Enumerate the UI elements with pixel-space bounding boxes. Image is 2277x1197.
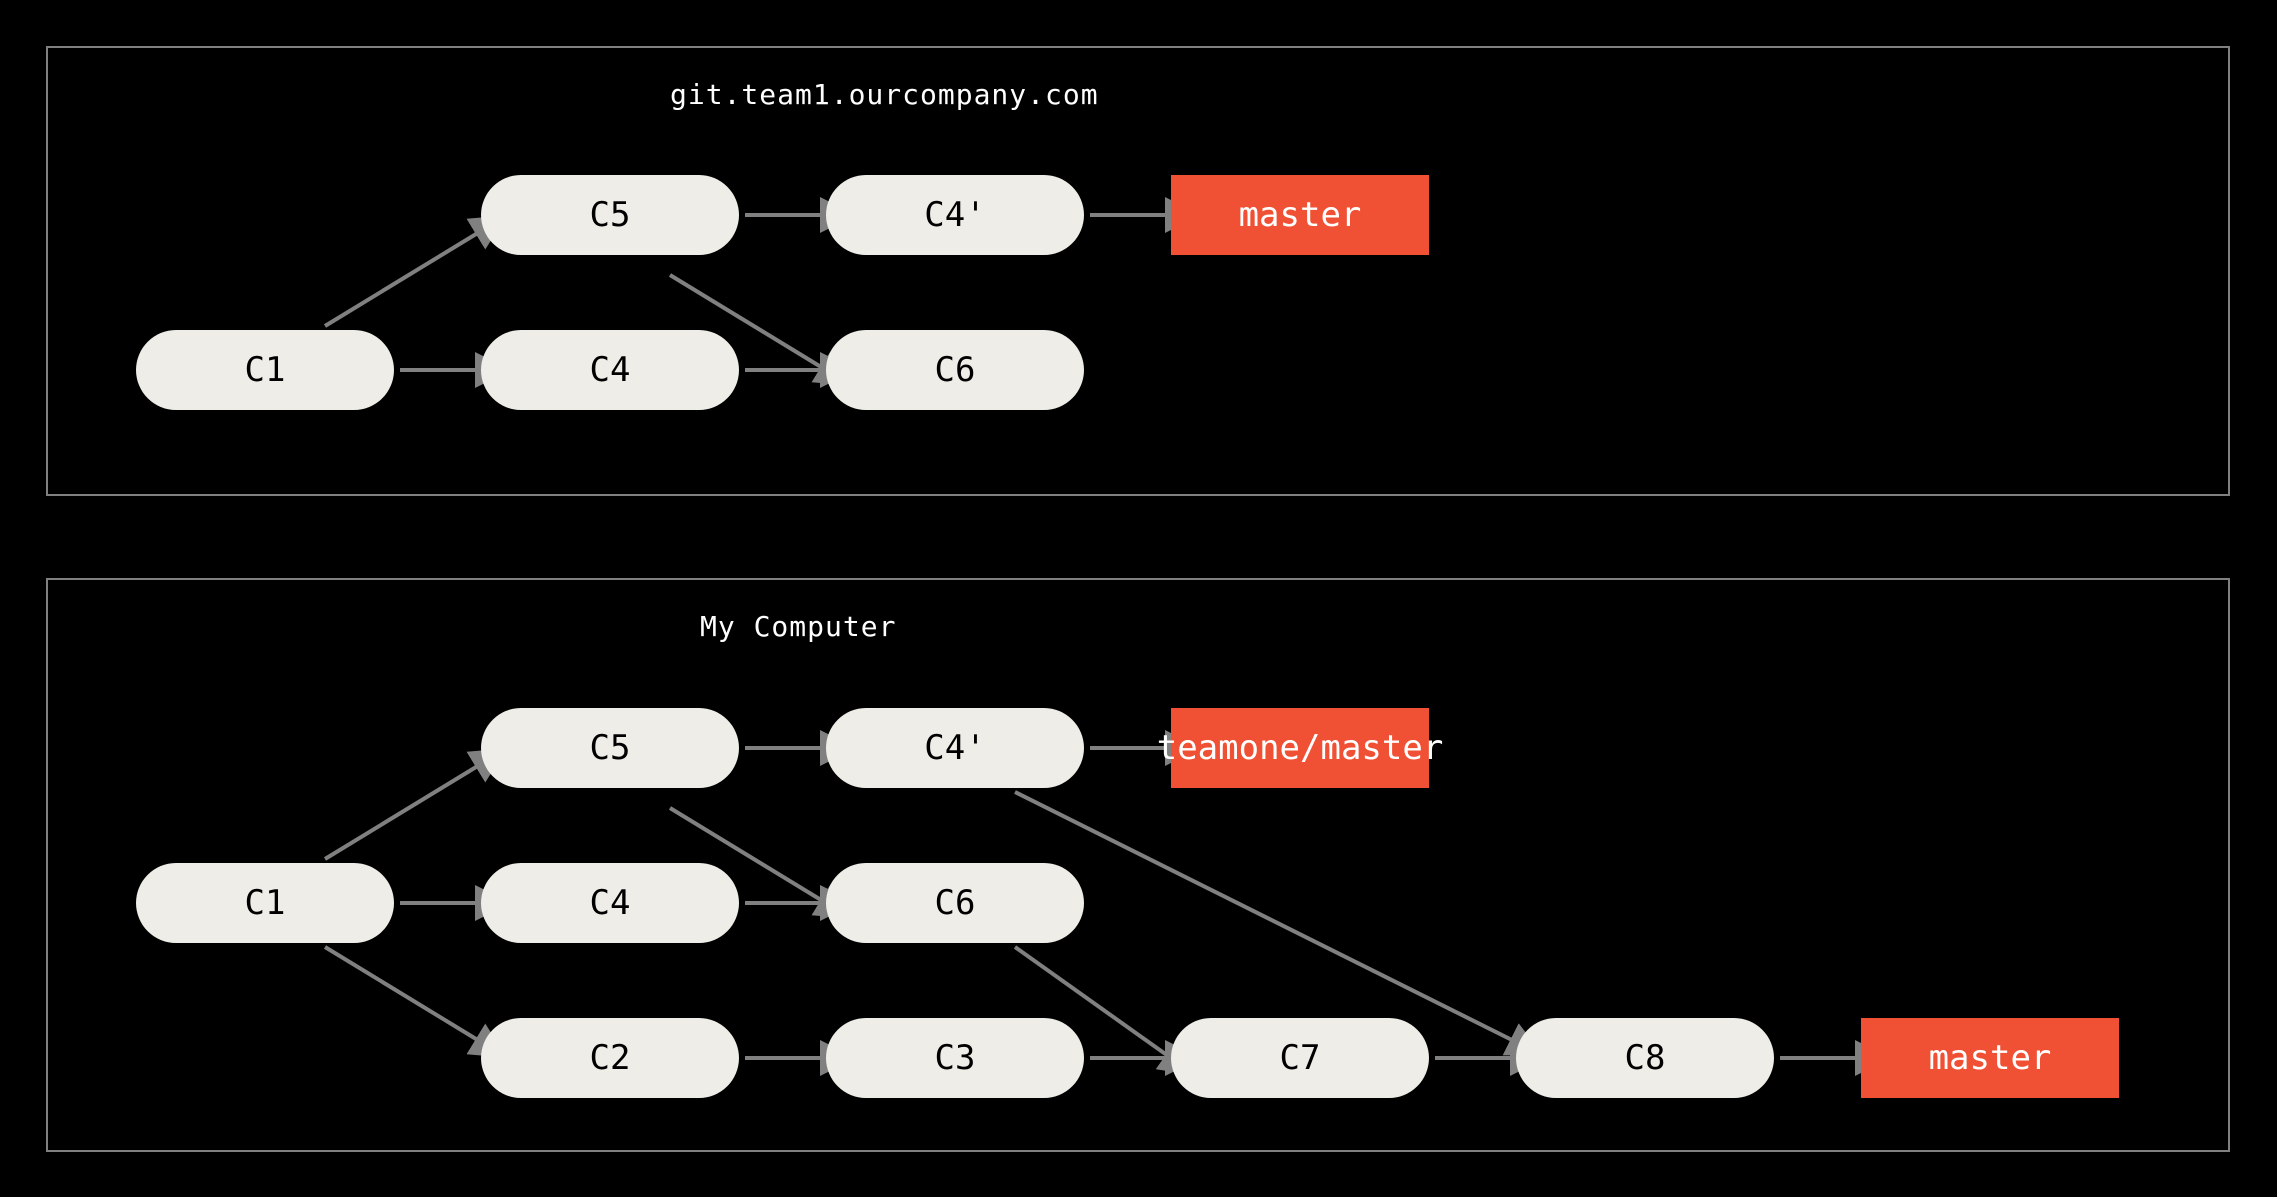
- remote-panel: [46, 46, 2230, 496]
- remote-commit-c4p: C4': [826, 175, 1084, 255]
- local-branch-teamone-master: teamone/master: [1171, 708, 1429, 788]
- local-commit-c6: C6: [826, 863, 1084, 943]
- local-commit-c7: C7: [1171, 1018, 1429, 1098]
- local-commit-c2: C2: [481, 1018, 739, 1098]
- local-branch-master: master: [1861, 1018, 2119, 1098]
- local-panel-title: My Computer: [700, 610, 896, 643]
- remote-commit-c6: C6: [826, 330, 1084, 410]
- remote-commit-c1: C1: [136, 330, 394, 410]
- remote-branch-master: master: [1171, 175, 1429, 255]
- local-commit-c5: C5: [481, 708, 739, 788]
- local-commit-c4: C4: [481, 863, 739, 943]
- diagram-canvas: git.team1.ourcompany.com C1 C5 C4 C6 C4'…: [0, 0, 2277, 1197]
- local-commit-c4p: C4': [826, 708, 1084, 788]
- local-commit-c1: C1: [136, 863, 394, 943]
- local-commit-c8: C8: [1516, 1018, 1774, 1098]
- remote-commit-c4: C4: [481, 330, 739, 410]
- remote-commit-c5: C5: [481, 175, 739, 255]
- remote-panel-title: git.team1.ourcompany.com: [670, 78, 1099, 111]
- local-commit-c3: C3: [826, 1018, 1084, 1098]
